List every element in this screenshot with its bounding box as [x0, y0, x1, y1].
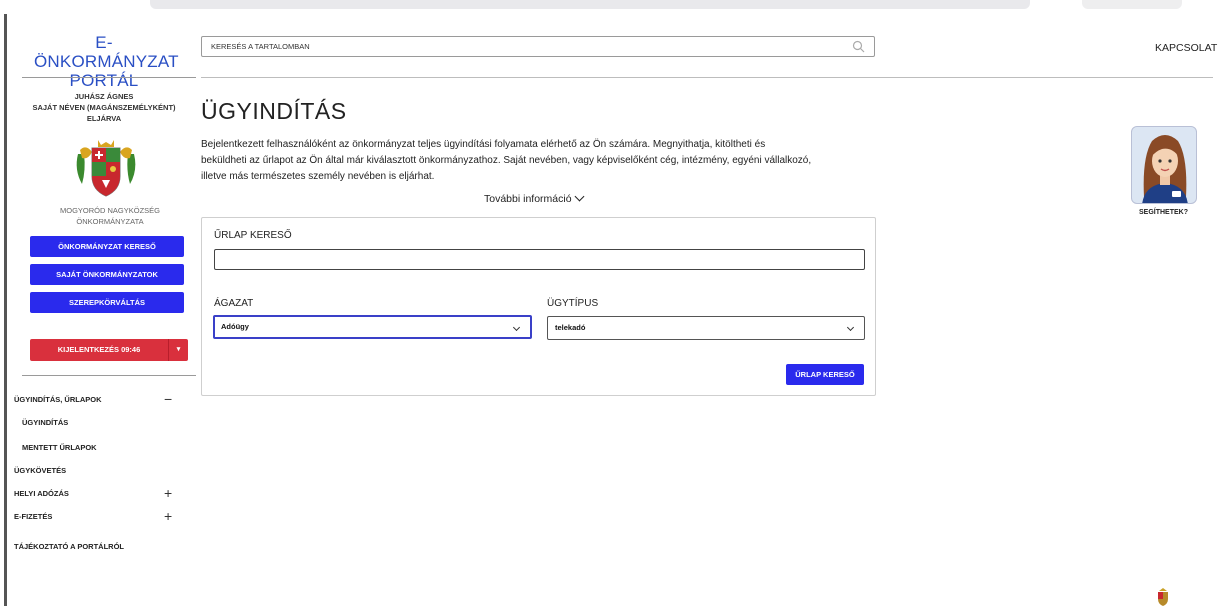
more-info-toggle[interactable]: További információ: [484, 191, 584, 205]
sidebar: E-ÖNKORMÁNYZAT PORTÁL JUHÁSZ ÁGNES SAJÁT…: [12, 0, 196, 606]
browser-top-bar-right: [1082, 0, 1182, 9]
logo-line1: E-ÖNKORMÁNYZAT: [34, 33, 179, 71]
municipality-name-line1: MOGYORÓD NAGYKÖZSÉG: [59, 206, 160, 215]
intro-line: Bejelentkezett felhasználóként az önkorm…: [201, 139, 766, 150]
expand-icon[interactable]: +: [164, 486, 172, 500]
expand-icon[interactable]: +: [164, 509, 172, 523]
municipality-name: MOGYORÓD NAGYKÖZSÉG ÖNKORMÁNYZATA: [28, 205, 192, 227]
contact-link[interactable]: KAPCSOLAT: [1155, 42, 1217, 54]
case-type-label: ÜGYTÍPUS: [547, 298, 599, 309]
intro-text: Bejelentkezett felhasználóként az önkorm…: [201, 137, 891, 185]
search-icon[interactable]: [852, 40, 865, 53]
sector-label: ÁGAZAT: [214, 298, 254, 309]
assistant-label[interactable]: SEGÍTHETEK?: [1139, 209, 1188, 216]
logout-dropdown-caret-icon[interactable]: ▾: [168, 339, 188, 361]
form-search-card: ŰRLAP KERESŐ ÁGAZAT Adóügy ÜGYTÍPUS tele…: [201, 217, 876, 396]
collapse-icon[interactable]: −: [164, 392, 172, 406]
municipality-crest-icon: [76, 140, 136, 197]
form-search-button[interactable]: ŰRLAP KERESŐ: [786, 364, 864, 385]
coat-of-arms-icon: [1158, 588, 1168, 606]
municipality-search-button[interactable]: ÖNKORMÁNYZAT KERESŐ: [30, 236, 184, 257]
role-switch-button[interactable]: SZEREPKÖRVÁLTÁS: [30, 292, 184, 313]
case-type-select-value: telekadó: [555, 323, 586, 332]
nav-item-tajekoztato[interactable]: TÁJÉKOZTATÓ A PORTÁLRÓL: [14, 542, 124, 551]
sector-select-value: Adóügy: [221, 322, 249, 331]
portal-logo[interactable]: E-ÖNKORMÁNYZAT PORTÁL: [34, 33, 179, 90]
municipality-name-line2: ÖNKORMÁNYZATA: [76, 217, 144, 226]
logout-button[interactable]: KIJELENTKEZÉS 09:46 ▾: [30, 339, 188, 361]
assistant-avatar[interactable]: [1131, 126, 1197, 204]
own-municipalities-button[interactable]: SAJÁT ÖNKORMÁNYZATOK: [30, 264, 184, 285]
sidebar-divider-2: [22, 375, 196, 376]
case-type-select[interactable]: telekadó: [547, 316, 865, 340]
user-name: JUHÁSZ ÁGNES: [74, 92, 134, 101]
user-role: SAJÁT NÉVEN (MAGÁNSZEMÉLYKÉNT): [32, 103, 176, 112]
content-search-input[interactable]: [202, 37, 842, 56]
nav-item-e-fizetes[interactable]: E-FIZETÉS: [14, 512, 52, 521]
nav-subitem-ugyinditas[interactable]: ÜGYINDÍTÁS: [22, 418, 68, 427]
nav-item-helyi-adozas[interactable]: HELYI ADÓZÁS: [14, 489, 69, 498]
content-search-box[interactable]: [201, 36, 875, 57]
nav-item-ugykovetes[interactable]: ÜGYKÖVETÉS: [14, 466, 66, 475]
sidebar-divider: [22, 77, 196, 78]
form-search-input[interactable]: [214, 249, 865, 270]
browser-top-bar: [150, 0, 1030, 9]
user-info: JUHÁSZ ÁGNES SAJÁT NÉVEN (MAGÁNSZEMÉLYKÉ…: [18, 91, 190, 124]
nav-item-ugyinditas-urlapok[interactable]: ÜGYINDÍTÁS, ŰRLAPOK: [14, 395, 102, 404]
chevron-down-icon[interactable]: [574, 191, 584, 202]
assistant-avatar-icon: [1142, 135, 1188, 203]
logout-label[interactable]: KIJELENTKEZÉS 09:46: [30, 339, 168, 361]
header-divider: [201, 77, 1213, 78]
chevron-down-icon: [846, 323, 855, 332]
chevron-down-icon: [512, 323, 521, 332]
nav-subitem-mentett-urlapok[interactable]: MENTETT ŰRLAPOK: [22, 443, 97, 452]
window-edge: [4, 14, 7, 606]
form-search-label: ŰRLAP KERESŐ: [214, 230, 292, 241]
page-title: ÜGYINDÍTÁS: [201, 98, 347, 124]
more-info-label[interactable]: További információ: [484, 193, 572, 205]
user-role-suffix: ELJÁRVA: [86, 114, 122, 123]
logo-line2: PORTÁL: [69, 71, 139, 90]
intro-line: beküldheti az űrlapot az Ön által már ki…: [201, 155, 812, 166]
sector-select[interactable]: Adóügy: [213, 315, 532, 339]
intro-line: illetve más természetes személy nevében …: [201, 171, 435, 182]
